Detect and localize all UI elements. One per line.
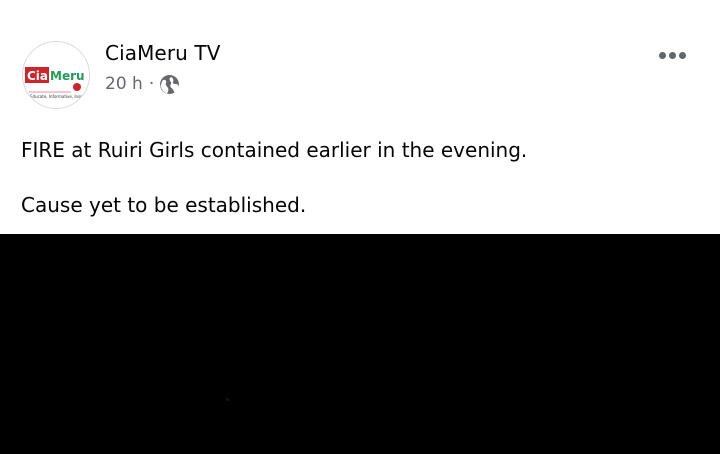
- globe-icon[interactable]: [159, 74, 180, 95]
- post-header: Cia Meru Educate, Informative, Inspire C…: [0, 0, 720, 120]
- post-text-line: FIRE at Ruiri Girls contained earlier in…: [21, 138, 528, 162]
- logo-text-left: Cia: [27, 69, 48, 83]
- feed-post: Cia Meru Educate, Informative, Inspire C…: [0, 0, 720, 454]
- ciameru-logo-icon: Cia Meru Educate, Informative, Inspire: [23, 42, 89, 108]
- post-timestamp[interactable]: 20 h: [105, 74, 143, 94]
- media-content: [226, 398, 229, 401]
- post-meta: 20 h ·: [105, 72, 180, 96]
- logo-text-right: Meru: [50, 69, 85, 83]
- logo-tagline: Educate, Informative, Inspire: [30, 94, 88, 99]
- post-media-image[interactable]: [0, 234, 720, 454]
- post-options-button[interactable]: [652, 40, 692, 70]
- meta-separator: ·: [148, 74, 155, 94]
- post-text-line: Cause yet to be established.: [21, 193, 307, 217]
- page-avatar[interactable]: Cia Meru Educate, Informative, Inspire: [22, 41, 90, 109]
- post-message: FIRE at Ruiri Girls contained earlier in…: [21, 136, 701, 219]
- more-horizontal-icon: [658, 51, 686, 59]
- page-name[interactable]: CiaMeru TV: [105, 41, 221, 65]
